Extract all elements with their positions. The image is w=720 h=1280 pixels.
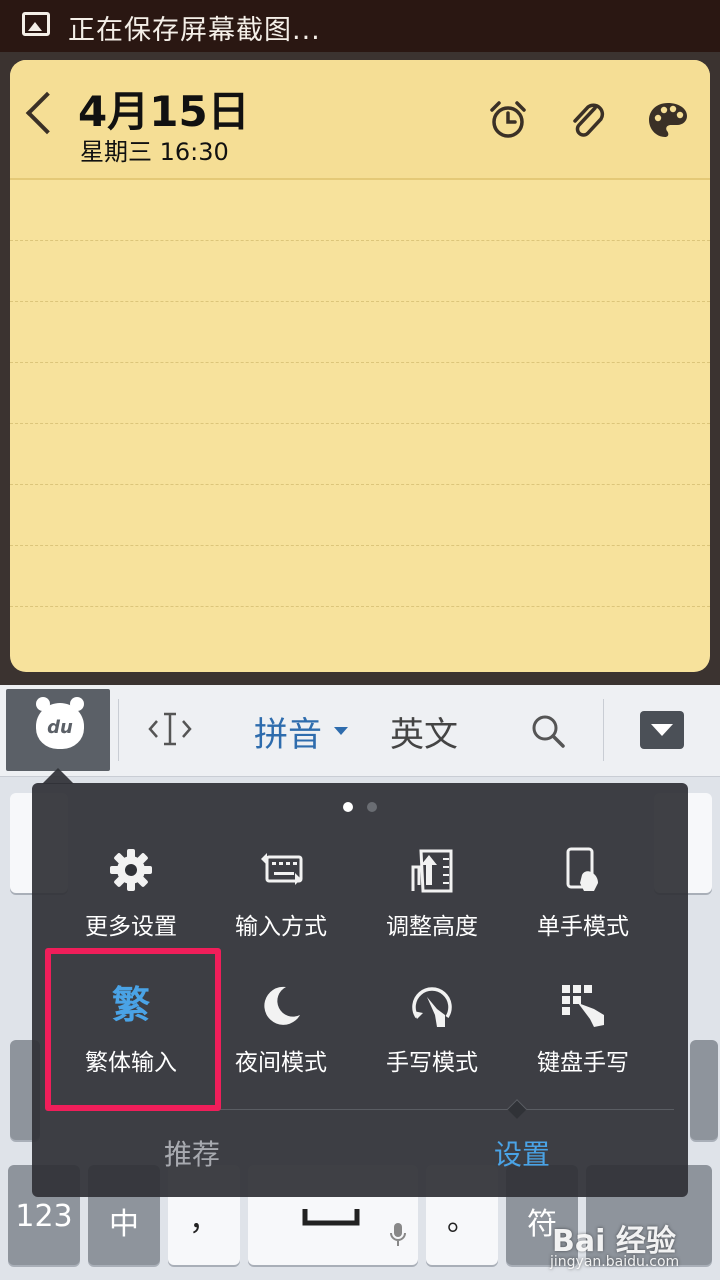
note-body[interactable] [10, 180, 710, 672]
rule-line [10, 362, 710, 363]
page-dot [367, 802, 377, 812]
collapse-keyboard-button[interactable] [640, 711, 684, 749]
rule-line [10, 423, 710, 424]
bear-logo-icon: du [36, 697, 84, 749]
keyboard-toolbar: du 拼音 英文 [0, 685, 720, 777]
one-hand-item[interactable]: 单手模式 [508, 845, 658, 965]
screenshot-icon [22, 12, 50, 36]
toolbar-divider [118, 699, 119, 761]
search-icon[interactable] [528, 711, 568, 751]
pinyin-mode-button[interactable]: 拼音 [254, 707, 322, 756]
space-icon [302, 1209, 360, 1226]
item-label: 输入方式 [235, 914, 327, 940]
attachment-icon[interactable] [566, 98, 610, 142]
item-label: 单手模式 [537, 914, 629, 940]
note-header: 4月15日 星期三 16:30 [10, 60, 710, 180]
item-label: 调整高度 [386, 914, 478, 940]
more-settings-item[interactable]: 更多设置 [56, 845, 206, 965]
adjust-height-icon [411, 849, 453, 893]
night-mode-item[interactable]: 夜间模式 [206, 981, 356, 1101]
alarm-icon[interactable] [486, 98, 530, 142]
key-label: 中 [109, 1207, 139, 1242]
key-label: ， [189, 1203, 219, 1238]
item-label: 键盘手写 [537, 1050, 629, 1076]
rule-line [10, 484, 710, 485]
keyboard-handwrite-icon [562, 985, 604, 1027]
input-method-item[interactable]: 输入方式 [206, 845, 356, 965]
key-label: 。 [447, 1203, 477, 1238]
microphone-icon[interactable] [388, 1221, 408, 1249]
english-mode-button[interactable]: 英文 [390, 707, 458, 756]
keyboard-handwrite-item[interactable]: 键盘手写 [508, 981, 658, 1101]
note-subtitle: 星期三 16:30 [80, 138, 229, 166]
item-label: 更多设置 [85, 914, 177, 940]
adjust-height-item[interactable]: 调整高度 [357, 845, 507, 965]
status-bar: 正在保存屏幕截图... [0, 0, 720, 52]
handwrite-icon [412, 987, 452, 1027]
baidu-logo-button[interactable]: du [6, 689, 110, 771]
tab-settings[interactable]: 设置 [494, 1133, 550, 1173]
keyboard-icon [261, 853, 303, 885]
watermark: Bai 经验 jingyan.baidu.com [548, 1188, 720, 1280]
delete-key[interactable] [690, 1040, 718, 1140]
cursor-move-icon[interactable] [148, 709, 192, 749]
toolbar-divider [603, 699, 604, 761]
watermark-sub: jingyan.baidu.com [550, 1254, 680, 1270]
active-tab-pointer [507, 1099, 527, 1119]
screen: 正在保存屏幕截图... 4月15日 星期三 16:30 du 拼音 英文 123… [0, 0, 720, 1280]
panel-pointer [42, 768, 74, 784]
tab-recommend[interactable]: 推荐 [164, 1133, 220, 1173]
rule-line [10, 606, 710, 607]
highlight-box [45, 948, 221, 1111]
one-hand-icon [566, 847, 598, 891]
dropdown-arrow-icon [334, 727, 348, 735]
rule-line [10, 545, 710, 546]
palette-icon[interactable] [646, 98, 690, 142]
note-date: 4月15日 [78, 87, 250, 136]
note-card: 4月15日 星期三 16:30 [10, 60, 710, 672]
item-label: 手写模式 [386, 1050, 478, 1076]
logo-text: du [47, 717, 73, 738]
handwrite-mode-item[interactable]: 手写模式 [357, 981, 507, 1101]
moon-icon [264, 986, 300, 1025]
rule-line [10, 240, 710, 241]
status-text: 正在保存屏幕截图... [68, 15, 321, 46]
page-dot-active [343, 802, 353, 812]
item-label: 夜间模式 [235, 1050, 327, 1076]
back-icon[interactable] [25, 91, 69, 135]
key-label: 123 [15, 1199, 73, 1234]
gear-icon [110, 849, 152, 891]
rule-line [10, 301, 710, 302]
